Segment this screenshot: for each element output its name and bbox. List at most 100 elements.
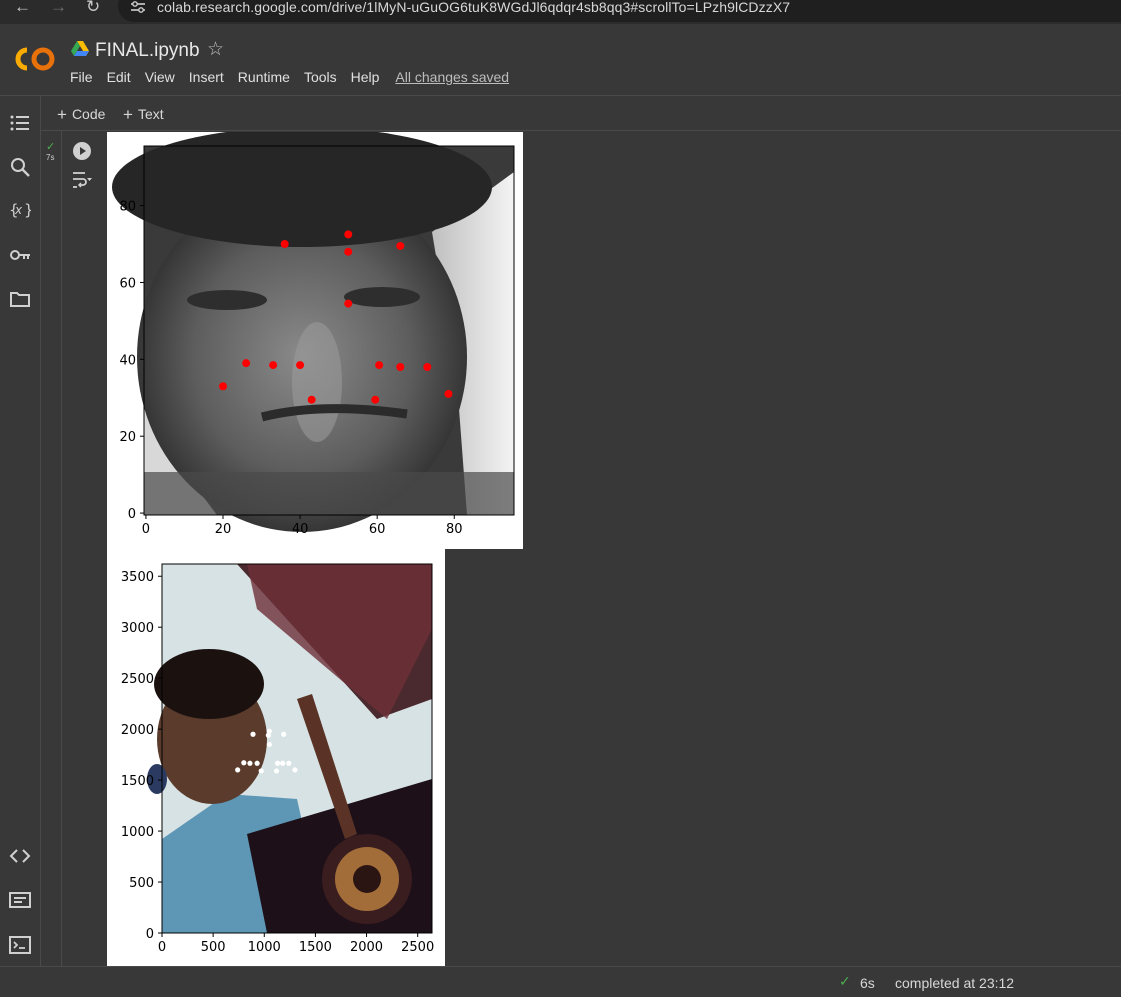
- landmark-point: [371, 395, 380, 404]
- landmark-point: [396, 241, 405, 250]
- landmark-point: [286, 760, 292, 766]
- search-icon[interactable]: [9, 156, 31, 178]
- face-landmarks-plot: 0 20 40 60 80 0 20 40 60 80: [107, 127, 523, 549]
- landmark-point: [247, 760, 253, 766]
- add-code-cell-button[interactable]: + Code: [57, 104, 105, 124]
- y-tick-label: 2500: [121, 672, 154, 687]
- x-tick-label: 0: [158, 940, 166, 955]
- y-tick-label: 3500: [121, 570, 154, 585]
- x-tick-label: 40: [292, 522, 309, 537]
- reload-icon[interactable]: ↻: [86, 0, 100, 17]
- url-text[interactable]: colab.research.google.com/drive/1lMyN-uG…: [157, 0, 790, 15]
- plus-icon: +: [57, 105, 67, 124]
- face-image: [112, 127, 514, 532]
- add-text-label: Text: [137, 106, 164, 122]
- notebook-header: FINAL.ipynb ☆ File Edit View Insert Runt…: [0, 24, 1121, 96]
- svg-text:x: x: [14, 203, 23, 217]
- cell-gutter: ✓ 7s: [41, 131, 62, 966]
- y-tick-label: 2000: [121, 723, 154, 738]
- landmark-point: [307, 395, 316, 404]
- landmark-point: [266, 728, 272, 734]
- x-tick-label: 80: [446, 522, 463, 537]
- status-exec-time: 6s: [860, 975, 875, 991]
- y-tick-label: 60: [119, 276, 136, 291]
- menu-help[interactable]: Help: [351, 69, 380, 85]
- photo-image: [147, 564, 432, 933]
- landmark-point: [344, 299, 353, 308]
- menu-edit[interactable]: Edit: [107, 69, 131, 85]
- check-icon: ✓: [839, 973, 851, 989]
- files-folder-icon[interactable]: [9, 288, 31, 310]
- notebook-toolbar: + Code + Text: [41, 96, 1121, 131]
- landmark-point: [280, 760, 286, 766]
- star-icon[interactable]: ☆: [207, 38, 224, 61]
- y-tick-label: 1500: [121, 774, 154, 789]
- y-tick-label: 40: [119, 353, 136, 368]
- site-settings-icon[interactable]: [130, 0, 146, 14]
- secrets-key-icon[interactable]: [9, 244, 31, 266]
- terminal-icon[interactable]: [9, 934, 31, 956]
- y-tick-label: 0: [146, 927, 154, 942]
- landmark-point: [250, 731, 256, 737]
- output-options-icon[interactable]: [71, 170, 93, 190]
- table-of-contents-icon[interactable]: [9, 112, 31, 134]
- left-sidebar: { x }: [0, 96, 41, 966]
- y-tick-label: 20: [119, 430, 136, 445]
- landmark-point: [219, 382, 228, 391]
- save-status[interactable]: All changes saved: [395, 69, 509, 85]
- x-tick-label: 2000: [350, 940, 383, 955]
- landmark-point: [396, 363, 405, 372]
- x-tick-label: 0: [142, 522, 150, 537]
- landmark-point: [280, 240, 289, 249]
- landmark-point: [269, 361, 278, 370]
- landmark-point: [292, 767, 298, 773]
- code-snippets-icon[interactable]: [9, 845, 31, 867]
- menu-runtime[interactable]: Runtime: [238, 69, 290, 85]
- landmark-point: [344, 247, 353, 256]
- forward-arrow-icon[interactable]: →: [50, 0, 67, 17]
- x-tick-label: 2500: [401, 940, 434, 955]
- x-tick-label: 1000: [248, 940, 281, 955]
- run-cell-button[interactable]: [72, 141, 92, 161]
- add-code-label: Code: [71, 106, 106, 122]
- x-tick-label: 500: [201, 940, 226, 955]
- landmark-point: [296, 361, 305, 370]
- colab-logo-icon[interactable]: [13, 44, 57, 74]
- menu-bar: File Edit View Insert Runtime Tools Help…: [70, 69, 523, 85]
- address-bar[interactable]: colab.research.google.com/drive/1lMyN-uG…: [118, 0, 1121, 22]
- y-tick-label: 500: [129, 876, 154, 891]
- landmark-point: [375, 361, 384, 370]
- menu-file[interactable]: File: [70, 69, 93, 85]
- status-completed-text[interactable]: completed at 23:12: [895, 975, 1014, 991]
- status-bar: ✓ 6s completed at 23:12: [0, 966, 1121, 997]
- google-drive-icon[interactable]: [71, 41, 89, 57]
- landmark-point: [258, 768, 264, 774]
- cell-exec-time: 7s: [46, 153, 55, 162]
- menu-view[interactable]: View: [145, 69, 175, 85]
- menu-tools[interactable]: Tools: [304, 69, 337, 85]
- y-tick-label: 0: [128, 507, 136, 522]
- landmark-point: [344, 230, 353, 239]
- notebook-title[interactable]: FINAL.ipynb: [95, 40, 200, 62]
- x-tick-label: 1500: [299, 940, 332, 955]
- y-tick-label: 1000: [121, 825, 154, 840]
- landmark-point: [235, 767, 241, 773]
- menu-insert[interactable]: Insert: [189, 69, 224, 85]
- command-palette-icon[interactable]: [9, 889, 31, 911]
- photo-landmarks-plot: 0 500 1000 1500 2000 2500 0 500 1000 1500 2000 2500…: [107, 549, 445, 967]
- landmark-point: [273, 768, 280, 774]
- landmark-point: [423, 363, 432, 372]
- landmark-point: [266, 741, 272, 748]
- landmark-point: [254, 760, 260, 766]
- y-tick-label: 80: [119, 200, 136, 215]
- y-tick-label: 3000: [121, 621, 154, 636]
- landmark-point: [444, 389, 453, 398]
- browser-url-bar: ← → ↻ colab.research.google.com/drive/1l…: [0, 0, 1121, 24]
- variables-icon[interactable]: { x }: [9, 199, 31, 221]
- add-text-cell-button[interactable]: + Text: [123, 104, 164, 124]
- x-tick-label: 60: [369, 522, 386, 537]
- landmark-point: [242, 359, 251, 368]
- back-arrow-icon[interactable]: ←: [14, 0, 31, 17]
- plus-icon: +: [123, 105, 133, 124]
- landmark-point: [274, 760, 281, 766]
